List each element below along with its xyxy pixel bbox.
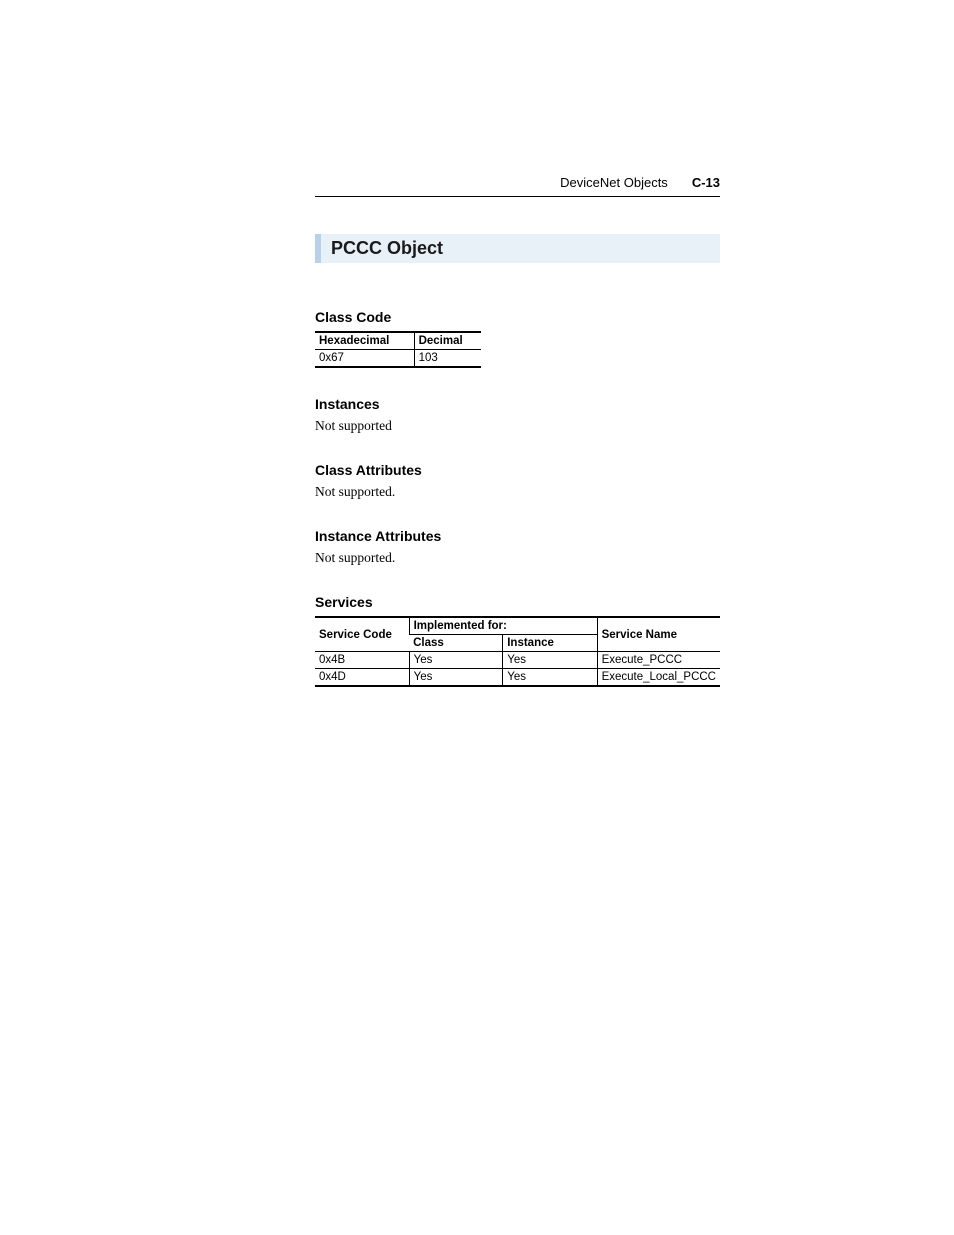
cell-instance: Yes bbox=[503, 669, 597, 687]
services-table: Service Code Implemented for: Service Na… bbox=[315, 616, 720, 687]
section-instance-attributes: Instance Attributes Not supported. bbox=[315, 528, 720, 566]
cell-code: 0x4B bbox=[315, 652, 409, 669]
page-header: DeviceNet Objects C-13 bbox=[315, 175, 720, 197]
heading-instances: Instances bbox=[315, 396, 720, 412]
cell-name: Execute_Local_PCCC bbox=[597, 669, 720, 687]
table-header-row: Hexadecimal Decimal bbox=[315, 332, 481, 350]
body-class-attributes: Not supported. bbox=[315, 484, 720, 500]
section-class-code: Class Code Hexadecimal Decimal 0x67 103 bbox=[315, 309, 720, 368]
col-decimal: Decimal bbox=[414, 332, 481, 350]
header-section-name: DeviceNet Objects bbox=[560, 175, 668, 190]
cell-instance: Yes bbox=[503, 652, 597, 669]
section-class-attributes: Class Attributes Not supported. bbox=[315, 462, 720, 500]
section-instances: Instances Not supported bbox=[315, 396, 720, 434]
header-page-ref: C-13 bbox=[692, 175, 720, 190]
col-service-name: Service Name bbox=[597, 617, 720, 652]
page: DeviceNet Objects C-13 PCCC Object Class… bbox=[0, 0, 954, 1235]
col-service-code: Service Code bbox=[315, 617, 409, 652]
table-row: 0x67 103 bbox=[315, 350, 481, 368]
page-title: PCCC Object bbox=[315, 234, 720, 263]
cell-name: Execute_PCCC bbox=[597, 652, 720, 669]
col-hexadecimal: Hexadecimal bbox=[315, 332, 414, 350]
col-implemented-for: Implemented for: bbox=[409, 617, 597, 635]
class-code-table: Hexadecimal Decimal 0x67 103 bbox=[315, 331, 481, 368]
body-instance-attributes: Not supported. bbox=[315, 550, 720, 566]
section-services: Services Service Code Implemented for: S… bbox=[315, 594, 720, 687]
cell-class: Yes bbox=[409, 652, 503, 669]
cell-class: Yes bbox=[409, 669, 503, 687]
table-row: 0x4B Yes Yes Execute_PCCC bbox=[315, 652, 720, 669]
heading-class-attributes: Class Attributes bbox=[315, 462, 720, 478]
body-instances: Not supported bbox=[315, 418, 720, 434]
table-row: 0x4D Yes Yes Execute_Local_PCCC bbox=[315, 669, 720, 687]
page-content: PCCC Object Class Code Hexadecimal Decim… bbox=[315, 234, 720, 687]
cell-code: 0x4D bbox=[315, 669, 409, 687]
col-instance: Instance bbox=[503, 635, 597, 652]
heading-services: Services bbox=[315, 594, 720, 610]
cell-hex: 0x67 bbox=[315, 350, 414, 368]
cell-dec: 103 bbox=[414, 350, 481, 368]
heading-instance-attributes: Instance Attributes bbox=[315, 528, 720, 544]
header-line: DeviceNet Objects C-13 bbox=[315, 175, 720, 197]
col-class: Class bbox=[409, 635, 503, 652]
heading-class-code: Class Code bbox=[315, 309, 720, 325]
table-header-row: Service Code Implemented for: Service Na… bbox=[315, 617, 720, 635]
